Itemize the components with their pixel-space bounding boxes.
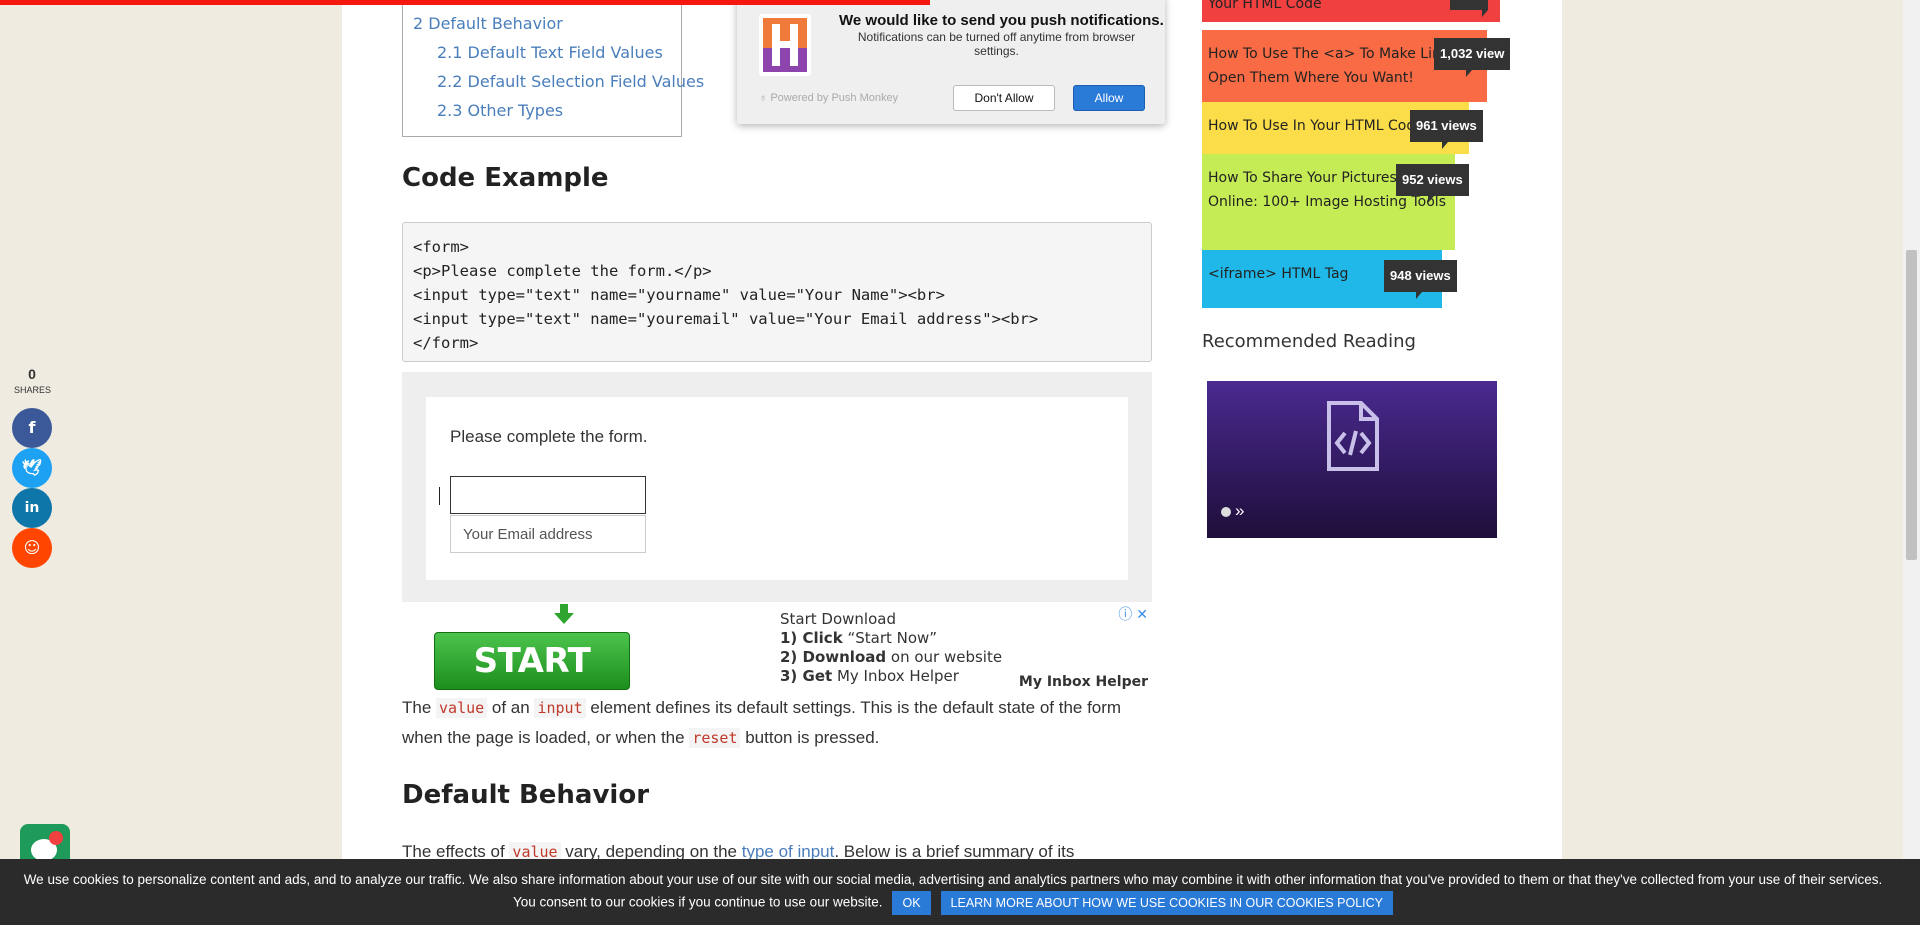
views-badge: 961 views <box>1410 110 1483 149</box>
cookie-policy-link[interactable]: LEARN MORE ABOUT HOW WE USE COOKIES IN O… <box>940 891 1394 915</box>
ad-brand: My Inbox Helper <box>1018 674 1148 690</box>
site-logo-icon <box>759 14 811 76</box>
inline-code: input <box>534 698 586 718</box>
push-title: We would like to send you push notificat… <box>839 12 1164 29</box>
demo-output-frame: Please complete the form. Your Email add… <box>402 372 1152 602</box>
push-powered-text: Powered by Push Monkey <box>770 92 899 104</box>
ad-line-4-rest: My Inbox Helper <box>832 667 959 685</box>
inline-code: reset <box>689 728 741 748</box>
views-badge <box>1450 0 1488 17</box>
ad-line-2-rest: “Start Now” <box>842 629 938 647</box>
page-scrollbar[interactable] <box>1903 0 1920 925</box>
demo-form: Please complete the form. Your Email add… <box>426 397 1128 580</box>
popular-post-title: How To Use In Your HTML Code <box>1208 118 1424 134</box>
linkedin-share-button[interactable]: in <box>12 488 52 528</box>
reading-progress-bar <box>0 0 930 5</box>
down-arrow-icon <box>554 604 574 624</box>
facebook-share-button[interactable]: f <box>12 408 52 448</box>
code-block: <form> <p>Please complete the form.</p> … <box>402 222 1152 362</box>
twitter-share-button[interactable]: 🕊 <box>12 448 52 488</box>
push-notification-popup: We would like to send you push notificat… <box>737 0 1165 124</box>
popular-post-title: Your HTML Code <box>1208 0 1322 12</box>
views-badge: 948 views <box>1384 260 1457 299</box>
popular-post-title: <iframe> HTML Tag <box>1208 266 1349 282</box>
advertisement: START NOW Start Download 1) Click “Start… <box>402 602 1152 737</box>
para-text: button is pressed. <box>740 728 880 747</box>
recommended-reading-card[interactable]: » <box>1207 381 1497 538</box>
toc-link-default-behavior[interactable]: 2 Default Behavior <box>413 14 563 33</box>
code-line: <p>Please complete the form.</p> <box>413 262 712 280</box>
para-text: The <box>402 698 437 717</box>
facebook-icon: f <box>28 418 36 437</box>
reddit-icon: ☺ <box>23 538 41 557</box>
text-cursor <box>439 487 440 505</box>
push-body: Notifications can be turned off anytime … <box>857 30 1136 58</box>
ad-line-3-rest: on our website <box>886 648 1003 666</box>
ad-text: Start Download 1) Click “Start Now” 2) D… <box>780 610 1002 686</box>
table-of-contents: 2 Default Behavior 2.1 Default Text Fiel… <box>402 0 704 137</box>
carousel-next-button[interactable]: » <box>1235 501 1244 520</box>
views-badge: 952 views <box>1396 164 1469 203</box>
toc-link-default-text-field-values[interactable]: 2.1 Default Text Field Values <box>437 43 663 62</box>
ad-line-3-bold: 2) Download <box>780 648 887 666</box>
toc-link-other-types[interactable]: 2.3 Other Types <box>437 101 563 120</box>
cookie-ok-button[interactable]: OK <box>892 891 931 915</box>
ad-line-4-bold: 3) Get <box>780 667 833 685</box>
push-monkey-icon: ♁ <box>759 92 771 104</box>
code-line: <form> <box>413 238 469 256</box>
popular-post-title: How To Use The <a> To Make Links & Open … <box>1208 46 1472 86</box>
reddit-share-button[interactable]: ☺ <box>12 528 52 568</box>
recommended-reading-heading: Recommended Reading <box>1202 331 1416 352</box>
value-description-paragraph: The value of an input element defines it… <box>402 693 1152 753</box>
code-file-icon <box>1327 401 1379 471</box>
para-text: of an <box>487 698 535 717</box>
toc-link-default-selection-field-values[interactable]: 2.2 Default Selection Field Values <box>437 72 704 91</box>
cookie-text-wrapper: We use cookies to personalize content an… <box>18 869 1888 915</box>
twitter-icon: 🕊 <box>21 458 43 477</box>
ad-line-1: Start Download <box>780 610 896 628</box>
cookie-consent-bar: We use cookies to personalize content an… <box>0 859 1920 925</box>
linkedin-icon: in <box>24 500 40 516</box>
ad-line-2-bold: 1) Click <box>780 629 843 647</box>
scrollbar-thumb[interactable] <box>1906 250 1917 560</box>
default-behavior-heading: Default Behavior <box>402 780 650 810</box>
dont-allow-button[interactable]: Don't Allow <box>953 85 1055 111</box>
carousel-dot-icon[interactable] <box>1221 506 1231 517</box>
inline-code: value <box>436 698 488 718</box>
code-line: <input type="text" name="youremail" valu… <box>413 310 1039 328</box>
name-input[interactable] <box>450 476 646 514</box>
push-powered-by: ♁ Powered by Push Monkey <box>759 92 898 104</box>
demo-prompt-text: Please complete the form. <box>450 427 648 446</box>
carousel-nav[interactable]: » <box>1221 501 1244 521</box>
share-count: 0 <box>28 366 36 382</box>
code-example-heading: Code Example <box>402 163 609 193</box>
allow-button[interactable]: Allow <box>1073 85 1145 111</box>
share-label: SHARES <box>14 385 52 395</box>
ad-choices-icon[interactable]: ⓘ ✕ <box>1118 604 1148 624</box>
code-line: </form> <box>413 334 479 352</box>
email-input[interactable]: Your Email address <box>450 515 646 553</box>
views-badge: 1,032 view <box>1434 38 1511 77</box>
start-now-button[interactable]: START NOW <box>434 632 630 737</box>
code-line: <input type="text" name="yourname" value… <box>413 286 945 304</box>
